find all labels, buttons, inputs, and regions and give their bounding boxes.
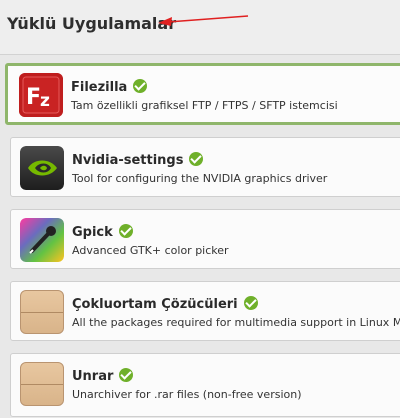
app-name: Filezilla: [71, 79, 148, 95]
app-card-multimedia-codecs[interactable]: Çokluortam Çözücüleri All the packages r…: [10, 281, 400, 341]
app-name: Unrar: [72, 368, 134, 384]
app-name: Gpick: [72, 224, 133, 240]
app-description: Unarchiver for .rar files (non-free vers…: [72, 388, 302, 401]
header: Yüklü Uygulamalar: [0, 0, 400, 55]
svg-text:F: F: [26, 85, 41, 110]
svg-text:z: z: [40, 91, 50, 111]
app-card-filezilla[interactable]: F z Filezilla Tam özellikli grafiksel FT…: [5, 63, 400, 125]
installed-check-icon: [189, 152, 204, 166]
app-description: All the packages required for multimedia…: [72, 316, 400, 329]
app-name: Çokluortam Çözücüleri: [72, 296, 258, 312]
annotation-arrow-icon: [158, 15, 249, 26]
app-card-unrar[interactable]: Unrar Unarchiver for .rar files (non-fre…: [10, 353, 400, 417]
package-icon: [20, 362, 64, 406]
app-description: Tam özellikli grafiksel FTP / FTPS / SFT…: [71, 99, 338, 112]
package-icon: [20, 290, 64, 334]
installed-check-icon: [133, 79, 148, 93]
app-card-gpick[interactable]: Gpick Advanced GTK+ color picker: [10, 209, 400, 269]
filezilla-icon: F z: [19, 73, 63, 117]
app-card-nvidia-settings[interactable]: Nvidia-settings Tool for configuring the…: [10, 137, 400, 197]
nvidia-icon: [20, 146, 64, 190]
gpick-icon: [20, 218, 64, 262]
app-description: Advanced GTK+ color picker: [72, 244, 229, 257]
page-title: Yüklü Uygulamalar: [7, 14, 177, 33]
app-description: Tool for configuring the NVIDIA graphics…: [72, 172, 328, 185]
app-name: Nvidia-settings: [72, 152, 204, 168]
installed-check-icon: [118, 224, 133, 238]
installed-check-icon: [119, 368, 134, 382]
installed-check-icon: [243, 296, 258, 310]
